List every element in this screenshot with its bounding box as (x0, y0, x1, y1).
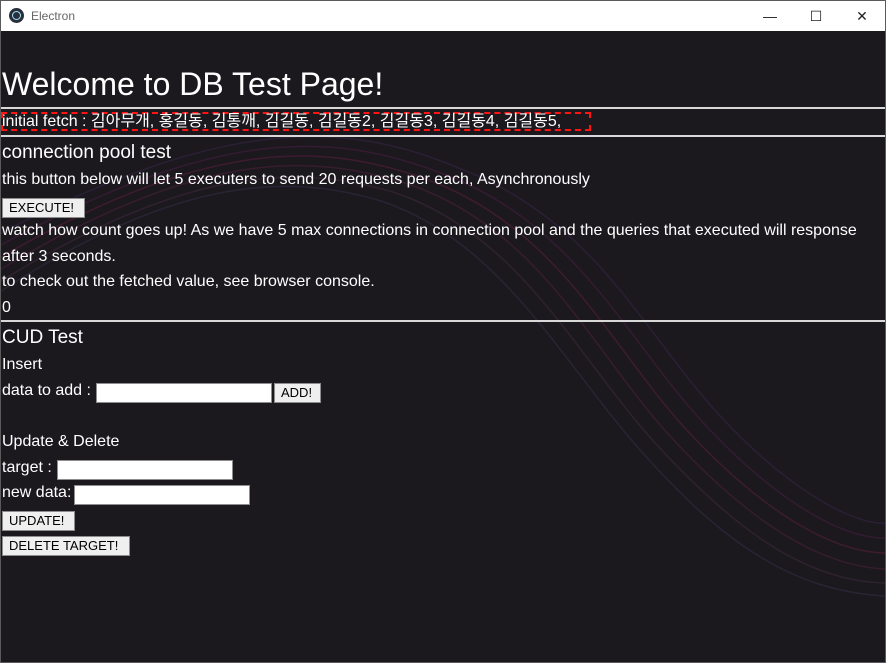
section-heading-connection-pool: connection pool test (2, 142, 172, 163)
request-count: 0 (2, 299, 11, 316)
data-to-add-label: data to add : (2, 382, 91, 399)
electron-icon (9, 8, 24, 23)
insert-label: Insert (2, 356, 43, 373)
section-heading-cud-test: CUD Test (2, 327, 83, 348)
page-title: Welcome to DB Test Page! (2, 66, 384, 102)
electron-window: Electron — ☐ ✕ Welcome to DB Test Page! … (0, 0, 886, 663)
title-bar: Electron — ☐ ✕ (1, 1, 885, 31)
new-data-label: new data: (2, 484, 72, 501)
add-button[interactable]: ADD! (274, 383, 321, 403)
divider (1, 320, 885, 322)
connection-pool-info-line-1: watch how count goes up! As we have 5 ma… (2, 222, 857, 239)
connection-pool-info-line-2: after 3 seconds. (2, 248, 116, 265)
execute-button[interactable]: EXECUTE! (2, 198, 85, 218)
close-icon[interactable]: ✕ (839, 1, 885, 31)
minimize-icon[interactable]: — (747, 1, 793, 31)
connection-pool-description: this button below will let 5 executers t… (2, 171, 590, 188)
update-button[interactable]: UPDATE! (2, 511, 75, 531)
update-delete-label: Update & Delete (2, 433, 120, 450)
divider (1, 107, 885, 109)
target-input[interactable] (57, 460, 233, 480)
connection-pool-info-line-3: to check out the fetched value, see brow… (2, 273, 375, 290)
page-content: Welcome to DB Test Page! initial fetch :… (1, 31, 885, 662)
window-title: Electron (31, 9, 76, 23)
target-label: target : (2, 459, 52, 476)
data-to-add-input[interactable] (96, 383, 272, 403)
divider (1, 135, 885, 137)
maximize-icon[interactable]: ☐ (793, 1, 839, 31)
delete-target-button[interactable]: DELETE TARGET! (2, 536, 130, 556)
initial-fetch-result: initial fetch : 김아무개, 홍길동, 김통깨, 김길동, 김길동… (2, 113, 562, 130)
new-data-input[interactable] (74, 485, 250, 505)
